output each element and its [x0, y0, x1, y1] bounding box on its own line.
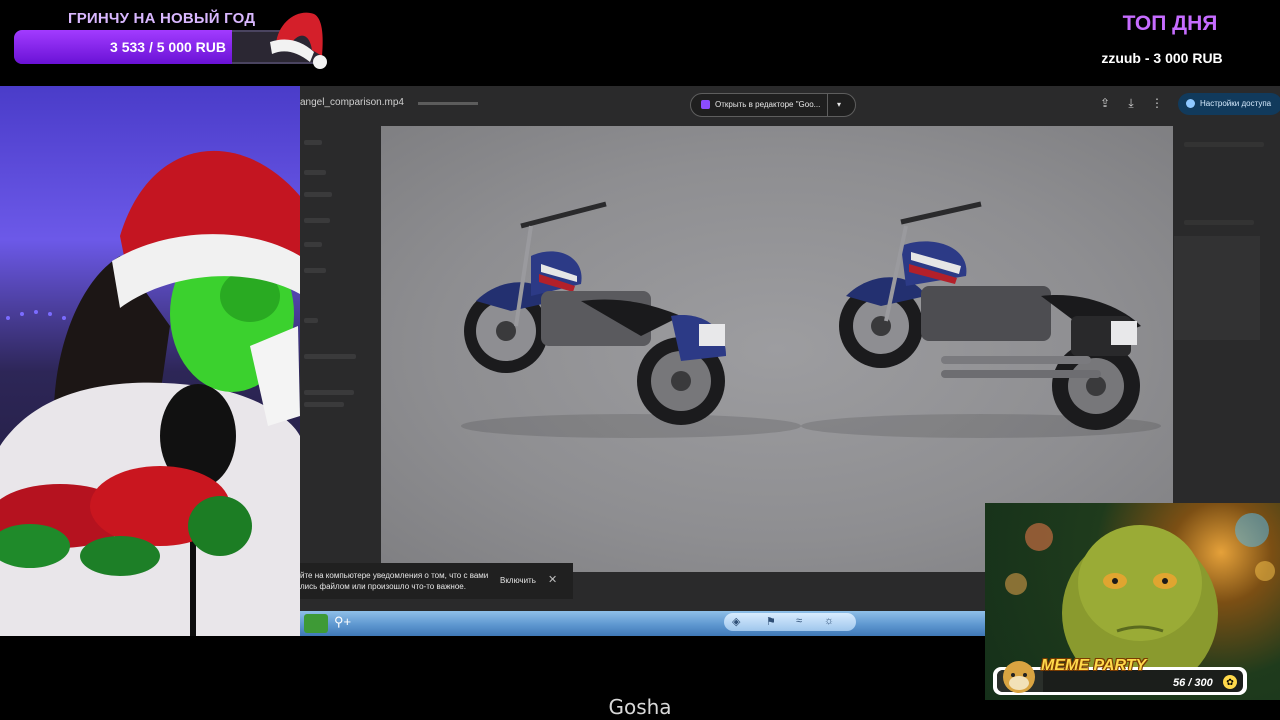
top-of-day-entry: zzuub - 3 000 RUB: [1101, 50, 1223, 66]
notification-text: йте на компьютере уведомления о том, что…: [300, 571, 489, 591]
wave-tool-icon[interactable]: ≈: [796, 615, 802, 627]
flag-tool-icon[interactable]: ⚑: [766, 615, 776, 628]
top-of-day-title: ТОП ДНЯ: [1122, 12, 1218, 35]
open-in-editor-label: Открыть в редакторе "Goo...: [715, 100, 821, 109]
doge-icon: [1003, 661, 1035, 693]
open-in-editor-button[interactable]: Открыть в редакторе "Goo... ▾: [690, 93, 856, 117]
santa-hat-icon: [270, 12, 327, 69]
donation-goal-amount: 3 533 / 5 000 RUB: [110, 39, 226, 55]
streamer-image: [0, 150, 300, 636]
paw-icon: ✿: [1223, 675, 1237, 689]
donation-goal-title: ГРИНЧУ НА НОВЫЙ ГОД: [68, 10, 256, 27]
add-user-icon[interactable]: ⚲+: [334, 614, 351, 630]
diamond-tool-icon[interactable]: ◈: [732, 615, 740, 628]
more-vert-icon[interactable]: ⋮: [1150, 96, 1164, 110]
chevron-down-icon[interactable]: ▾: [837, 94, 841, 116]
meme-party-count: 56 / 300: [1173, 677, 1213, 689]
enable-notifications-button[interactable]: Включить: [500, 576, 536, 585]
background-details-panel: [1174, 122, 1280, 542]
bulb-tool-icon[interactable]: ☼: [824, 615, 834, 627]
meme-party-title: MEME PARTY: [1041, 657, 1147, 674]
access-settings-button[interactable]: Настройки доступа: [1178, 93, 1280, 115]
globe-icon: [1186, 99, 1195, 108]
grinch-image: [1062, 525, 1218, 673]
drive-add-icon[interactable]: ⇪: [1098, 96, 1112, 110]
video-editor-icon: [701, 100, 710, 109]
access-settings-label: Настройки доступа: [1200, 99, 1272, 108]
viewer-toolbar: angel_comparison.mp4 ▬▬▬▬▬▬ Открыть в ре…: [300, 86, 1280, 122]
divider: [827, 94, 828, 116]
notification-banner: йте на компьютере уведомления о том, что…: [300, 563, 573, 599]
background-file-list: [300, 122, 380, 542]
download-icon[interactable]: ⤓: [1124, 96, 1138, 110]
taskbar-tool-group: ◈ ⚑ ≈ ☼: [724, 613, 856, 631]
caption-text: Gosha: [608, 695, 672, 719]
grinch-avatar-icon[interactable]: [304, 614, 328, 633]
motorcycle-right: [801, 201, 1161, 438]
motorcycle-left: [461, 201, 801, 438]
close-icon[interactable]: ✕: [548, 573, 557, 586]
file-subtitle-blurred: ▬▬▬▬▬▬: [418, 97, 478, 108]
file-name: angel_comparison.mp4: [300, 97, 404, 108]
meme-party-widget: MEME PARTY 56 / 300 ✿: [985, 503, 1280, 700]
webcam-feed: [0, 86, 300, 636]
